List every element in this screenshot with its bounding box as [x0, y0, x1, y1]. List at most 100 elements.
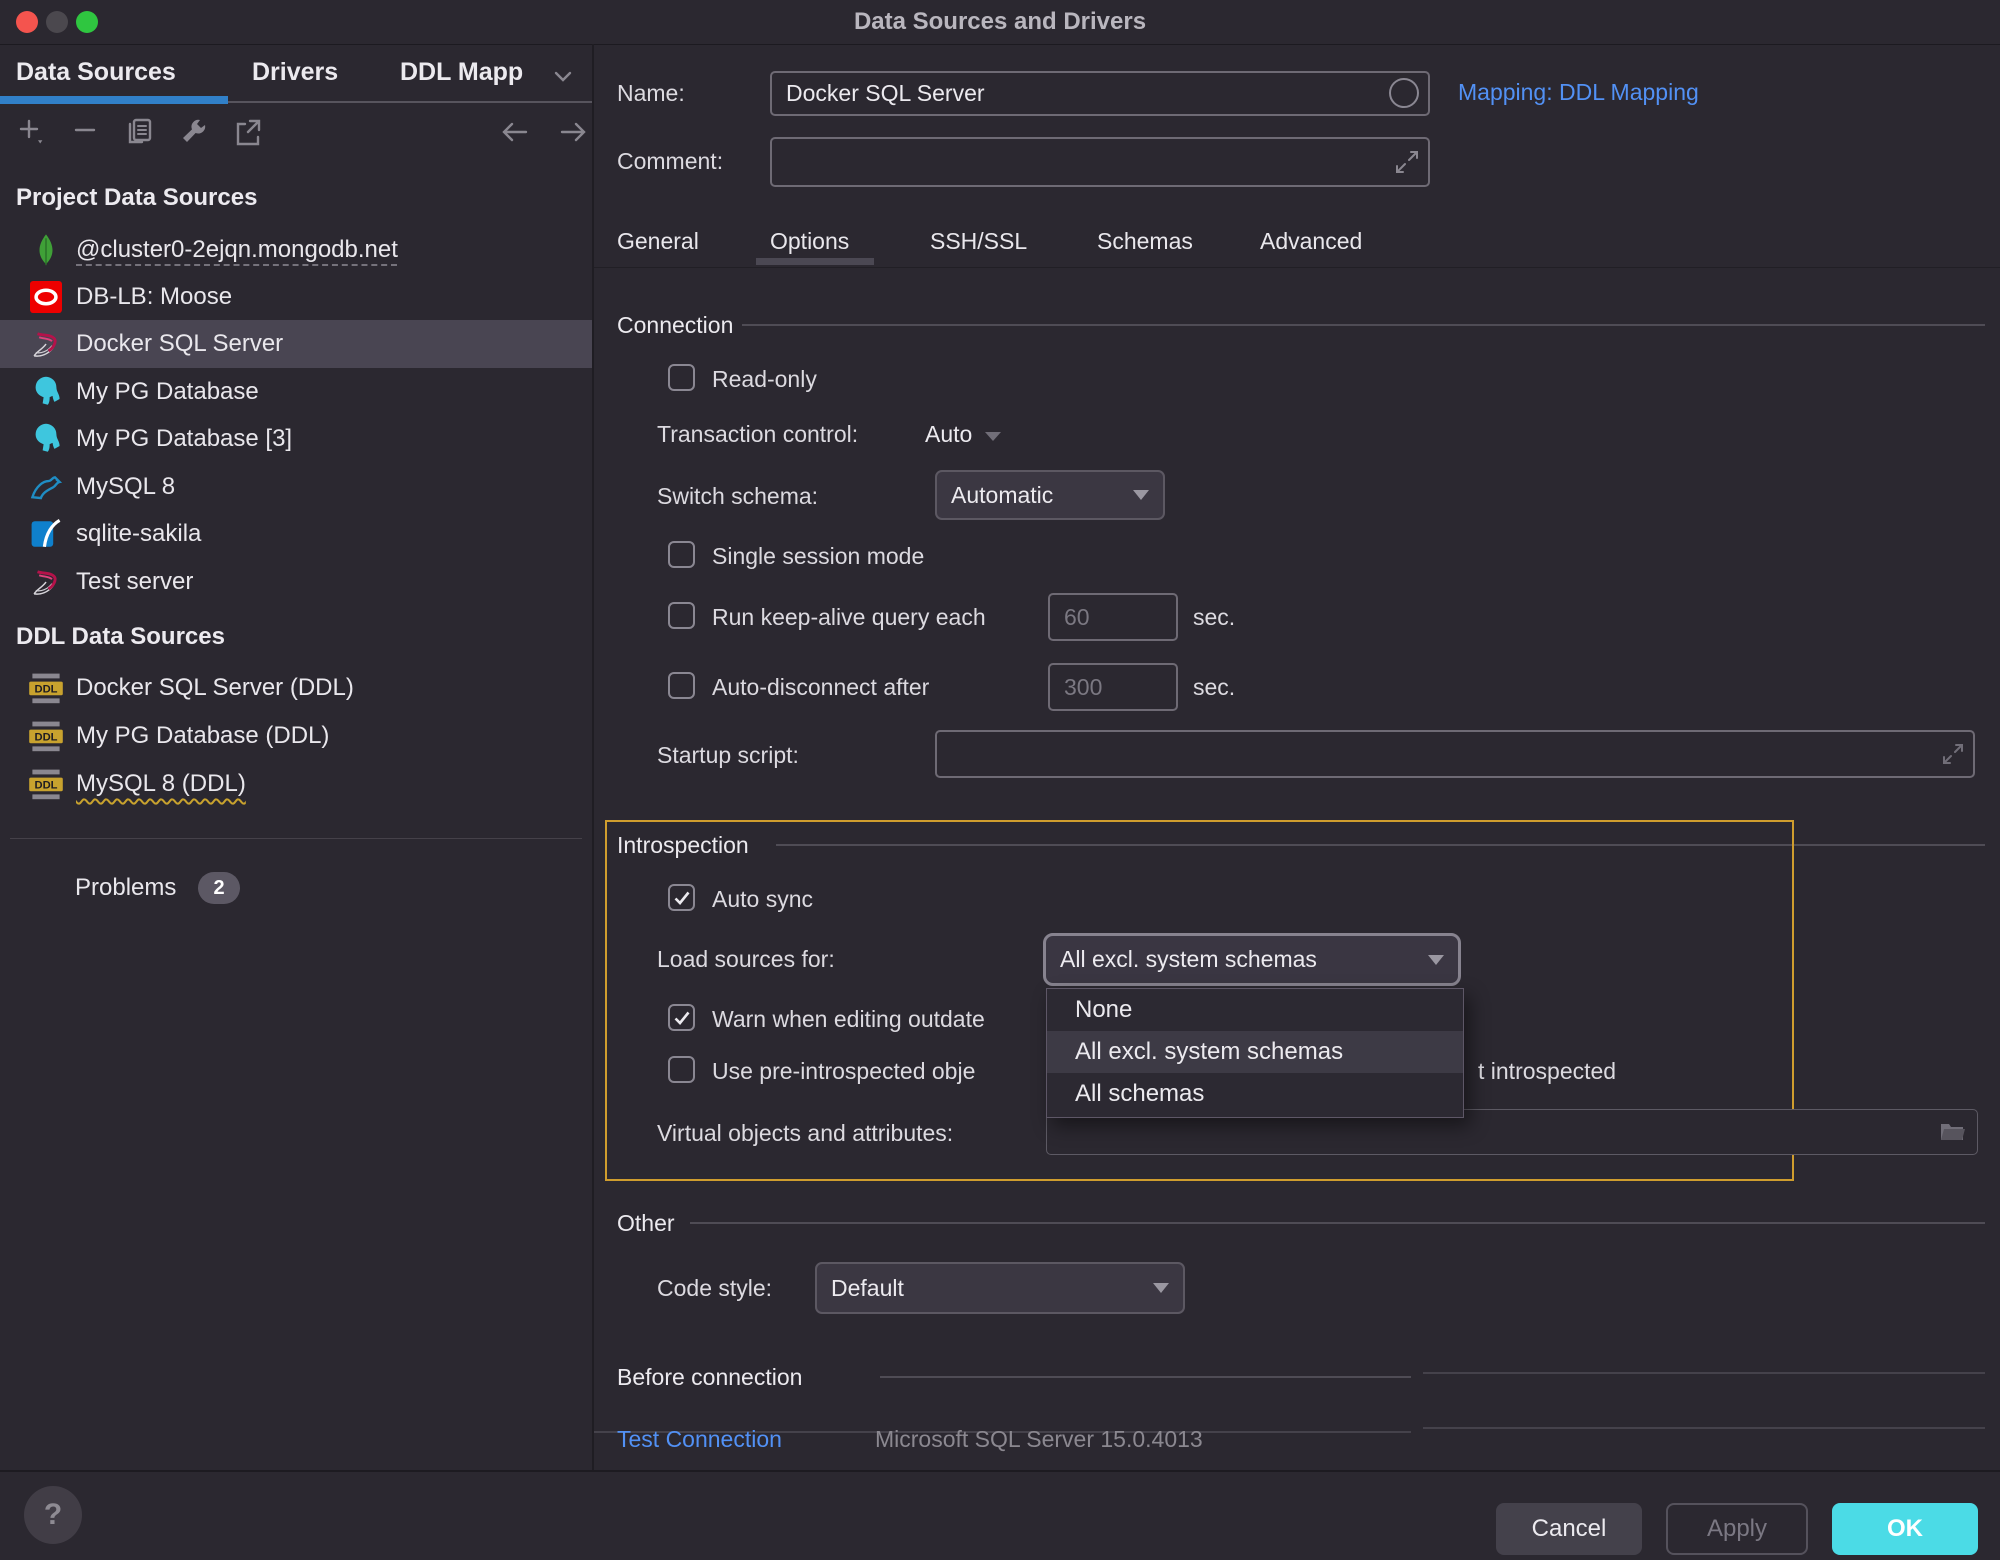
keep-alive-seconds-input[interactable]: 60	[1048, 593, 1178, 641]
single-session-checkbox[interactable]	[668, 541, 695, 568]
auto-disconnect-checkbox[interactable]	[668, 672, 695, 699]
list-item-label: Docker SQL Server	[76, 330, 283, 358]
apply-button[interactable]: Apply	[1666, 1503, 1808, 1555]
switch-schema-value: Automatic	[951, 482, 1053, 509]
load-sources-select[interactable]: All excl. system schemas	[1043, 933, 1461, 986]
help-button[interactable]: ?	[24, 1486, 82, 1544]
window-title: Data Sources and Drivers	[0, 8, 2000, 36]
use-pre-introspected-checkbox[interactable]	[668, 1056, 695, 1083]
code-style-value: Default	[831, 1275, 904, 1302]
list-item-my-pg-database[interactable]: My PG Database	[0, 368, 592, 416]
oracle-icon	[28, 279, 64, 315]
list-item-oracle[interactable]: DB-LB: Moose	[0, 273, 592, 321]
list-item-my-pg-database-ddl[interactable]: DDL My PG Database (DDL)	[0, 712, 592, 760]
list-item-docker-sql-server[interactable]: Docker SQL Server	[0, 320, 592, 368]
name-input[interactable]: Docker SQL Server	[770, 71, 1430, 116]
driver-properties-wrench-button[interactable]	[178, 116, 210, 148]
read-only-checkbox[interactable]	[668, 364, 695, 391]
name-value: Docker SQL Server	[786, 80, 985, 107]
ddl-icon: DDL	[28, 670, 64, 706]
list-item-mysql-8[interactable]: MySQL 8	[0, 463, 592, 511]
folder-icon[interactable]	[1939, 1120, 1967, 1144]
auto-disconnect-unit-label: sec.	[1193, 674, 1235, 701]
tab-data-sources[interactable]: Data Sources	[16, 58, 176, 87]
cancel-button[interactable]: Cancel	[1496, 1503, 1642, 1555]
list-item-test-server[interactable]: Test server	[0, 558, 592, 606]
mapping-link[interactable]: Mapping: DDL Mapping	[1458, 79, 1699, 106]
ddl-icon: DDL	[28, 766, 64, 802]
selected-tab-underline	[756, 258, 874, 265]
list-item-mysql-8-ddl[interactable]: DDL MySQL 8 (DDL)	[0, 760, 592, 808]
dropdown-arrow-icon	[1428, 955, 1444, 965]
back-arrow-button[interactable]	[498, 116, 530, 148]
remove-button[interactable]	[70, 116, 102, 148]
dropdown-option-none[interactable]: None	[1047, 989, 1463, 1031]
single-session-label: Single session mode	[712, 543, 924, 570]
chevron-down-icon[interactable]	[550, 66, 576, 86]
section-line	[880, 1376, 1411, 1378]
add-button[interactable]	[16, 116, 48, 148]
keep-alive-checkbox[interactable]	[668, 602, 695, 629]
auto-disconnect-seconds-value: 300	[1064, 674, 1102, 701]
tab-schemas[interactable]: Schemas	[1097, 228, 1193, 255]
comment-label: Comment:	[617, 148, 723, 175]
startup-script-input[interactable]	[935, 730, 1975, 778]
read-only-label: Read-only	[712, 366, 817, 393]
problems-link[interactable]: Problems	[75, 874, 176, 902]
ddl-data-sources-heading: DDL Data Sources	[16, 623, 225, 651]
section-line	[1423, 1372, 1985, 1374]
dropdown-option-all-schemas[interactable]: All schemas	[1047, 1073, 1463, 1115]
list-item-label: MySQL 8	[76, 473, 175, 501]
load-sources-label: Load sources for:	[657, 946, 835, 973]
list-item-label: MySQL 8 (DDL)	[76, 770, 246, 798]
name-label: Name:	[617, 80, 685, 107]
load-sources-value: All excl. system schemas	[1060, 946, 1317, 973]
warn-outdated-checkbox[interactable]	[668, 1004, 695, 1031]
chevron-down-icon	[985, 432, 1001, 441]
warn-outdated-label: Warn when editing outdate	[712, 1006, 985, 1033]
section-line	[776, 844, 1985, 846]
code-style-select[interactable]: Default	[815, 1262, 1185, 1314]
switch-schema-select[interactable]: Automatic	[935, 470, 1165, 520]
test-connection-link[interactable]: Test Connection	[617, 1426, 782, 1453]
tab-drivers[interactable]: Drivers	[252, 58, 338, 87]
expand-icon[interactable]	[1941, 742, 1965, 766]
ok-button[interactable]: OK	[1832, 1503, 1978, 1555]
code-style-label: Code style:	[657, 1275, 772, 1302]
list-item-mongodb[interactable]: @cluster0-2ejqn.mongodb.net	[0, 226, 592, 274]
expand-icon[interactable]	[1394, 149, 1420, 175]
svg-text:DDL: DDL	[35, 731, 58, 743]
list-item-my-pg-database-3[interactable]: My PG Database [3]	[0, 415, 592, 463]
duplicate-button[interactable]	[124, 116, 156, 148]
selected-tab-underline	[0, 96, 228, 104]
comment-input[interactable]	[770, 137, 1430, 187]
transaction-control-label: Transaction control:	[657, 421, 858, 448]
forward-arrow-button[interactable]	[556, 116, 588, 148]
auto-disconnect-label: Auto-disconnect after	[712, 674, 929, 701]
auto-disconnect-seconds-input[interactable]: 300	[1048, 663, 1178, 711]
dropdown-option-all-excl-system[interactable]: All excl. system schemas	[1047, 1031, 1463, 1073]
transaction-control-dropdown[interactable]: Auto	[925, 421, 972, 448]
sqlserver-icon	[28, 564, 64, 600]
export-button[interactable]	[232, 116, 264, 148]
problems-count-badge: 2	[198, 872, 240, 904]
tab-ddl-mappings[interactable]: DDL Mapp	[400, 58, 523, 87]
load-sources-dropdown-popup: None All excl. system schemas All schema…	[1046, 988, 1464, 1118]
keep-alive-unit-label: sec.	[1193, 604, 1235, 631]
auto-sync-checkbox[interactable]	[668, 884, 695, 911]
footer-area-divider	[1423, 1427, 1985, 1429]
tab-options[interactable]: Options	[770, 228, 849, 255]
tab-advanced[interactable]: Advanced	[1260, 228, 1362, 255]
list-item-docker-sql-server-ddl[interactable]: DDL Docker SQL Server (DDL)	[0, 664, 592, 712]
tab-ssh-ssl[interactable]: SSH/SSL	[930, 228, 1027, 255]
other-section-title: Other	[617, 1210, 675, 1237]
mongodb-icon	[28, 232, 64, 268]
keep-alive-seconds-value: 60	[1064, 604, 1090, 631]
list-item-sqlite-sakila[interactable]: sqlite-sakila	[0, 510, 592, 558]
tab-general[interactable]: General	[617, 228, 699, 255]
checkmark-icon	[672, 888, 692, 908]
list-item-label: Docker SQL Server (DDL)	[76, 674, 354, 702]
ddl-icon: DDL	[28, 718, 64, 754]
list-item-label: @cluster0-2ejqn.mongodb.net	[76, 236, 398, 264]
panel-divider	[592, 44, 594, 1470]
